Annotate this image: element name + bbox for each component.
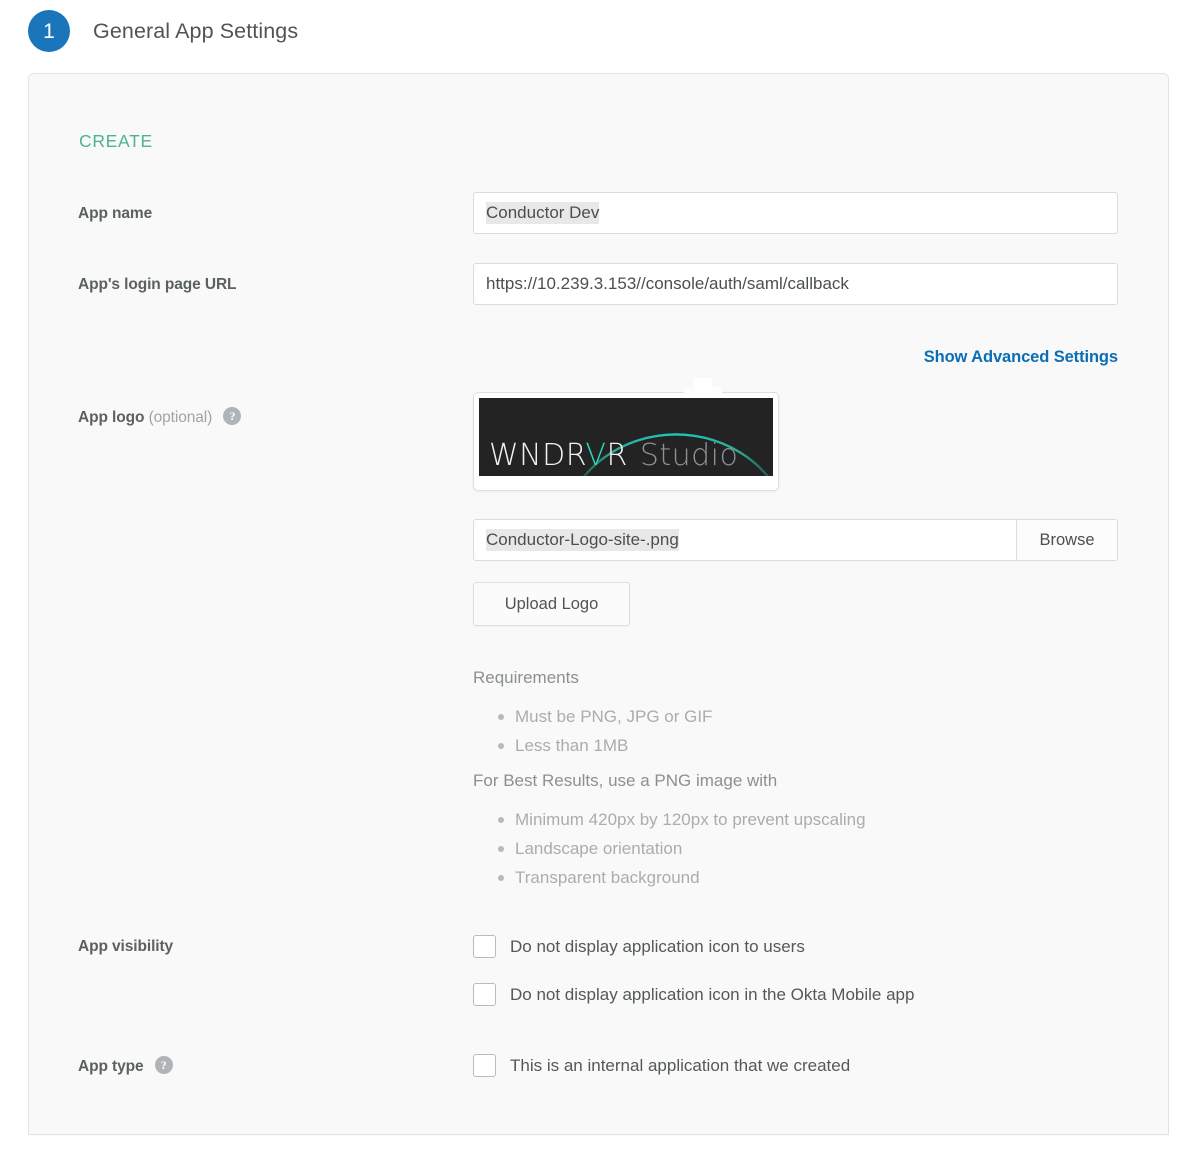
label-app-name: App name <box>78 205 153 222</box>
page-title: General App Settings <box>93 18 299 43</box>
requirements-list: Must be PNG, JPG or GIF Less than 1MB <box>473 702 712 760</box>
logo-text-accent: V <box>585 438 607 473</box>
logo-text-primary-tail: R <box>606 438 628 473</box>
checkbox-label: Do not display application icon to users <box>510 936 805 956</box>
label-app-type-text: App type <box>78 1058 144 1075</box>
app-name-input[interactable]: Conductor Dev <box>473 192 1118 234</box>
requirements-heading: Requirements <box>473 668 579 687</box>
label-app-visibility: App visibility <box>78 938 174 955</box>
label-app-type: App type ? <box>78 1056 173 1076</box>
show-advanced-settings-link[interactable]: Show Advanced Settings <box>924 348 1118 367</box>
step-header: 1 General App Settings <box>28 10 298 52</box>
best-results-list: Minimum 420px by 120px to prevent upscal… <box>473 805 866 892</box>
step-number-badge: 1 <box>28 10 70 52</box>
login-url-input-value: https://10.239.3.153//console/auth/saml/… <box>486 274 849 293</box>
checkbox-label: Do not display application icon in the O… <box>510 984 915 1004</box>
label-app-logo-optional: (optional) <box>148 409 213 426</box>
help-icon[interactable]: ? <box>223 407 242 425</box>
section-label-create: CREATE <box>79 131 153 151</box>
app-settings-page: 1 General App Settings CREATE App name C… <box>0 0 1188 1160</box>
checkbox-row-hide-icon-mobile[interactable]: Do not display application icon in the O… <box>473 983 914 1006</box>
checkbox-row-internal-app[interactable]: This is an internal application that we … <box>473 1054 850 1077</box>
login-url-input[interactable]: https://10.239.3.153//console/auth/saml/… <box>473 263 1118 305</box>
list-item: Transparent background <box>473 863 866 892</box>
logo-text-secondary: Studio <box>639 438 739 473</box>
label-app-logo: App logo (optional) ? <box>78 407 242 427</box>
list-item: Less than 1MB <box>473 731 712 760</box>
label-login-url: App's login page URL <box>78 276 237 293</box>
logo-text-primary: WNDR <box>489 438 586 473</box>
app-name-input-value: Conductor Dev <box>486 202 600 224</box>
logo-file-name-value: Conductor-Logo-site-.png <box>486 529 679 551</box>
checkbox-internal-app[interactable] <box>473 1054 496 1077</box>
app-logo-image: WNDRVR Studio <box>479 398 773 476</box>
checkbox-hide-icon-users[interactable] <box>473 935 496 958</box>
list-item: Must be PNG, JPG or GIF <box>473 702 712 731</box>
logo-file-input[interactable]: Conductor-Logo-site-.png Browse <box>473 519 1118 561</box>
upload-logo-button[interactable]: Upload Logo <box>473 582 630 626</box>
list-item: Landscape orientation <box>473 834 866 863</box>
best-results-heading: For Best Results, use a PNG image with <box>473 771 778 790</box>
checkbox-label: This is an internal application that we … <box>510 1055 851 1075</box>
app-logo-wordmark: WNDRVR Studio <box>489 438 738 473</box>
logo-notch <box>694 378 712 395</box>
list-item: Minimum 420px by 120px to prevent upscal… <box>473 805 866 834</box>
help-icon[interactable]: ? <box>154 1056 173 1074</box>
logo-file-name: Conductor-Logo-site-.png <box>474 520 1016 560</box>
checkbox-hide-icon-mobile[interactable] <box>473 983 496 1006</box>
label-app-logo-text: App logo <box>78 409 145 426</box>
checkbox-row-hide-icon-users[interactable]: Do not display application icon to users <box>473 935 805 958</box>
app-logo-preview: WNDRVR Studio <box>473 392 779 491</box>
browse-button[interactable]: Browse <box>1016 520 1117 560</box>
